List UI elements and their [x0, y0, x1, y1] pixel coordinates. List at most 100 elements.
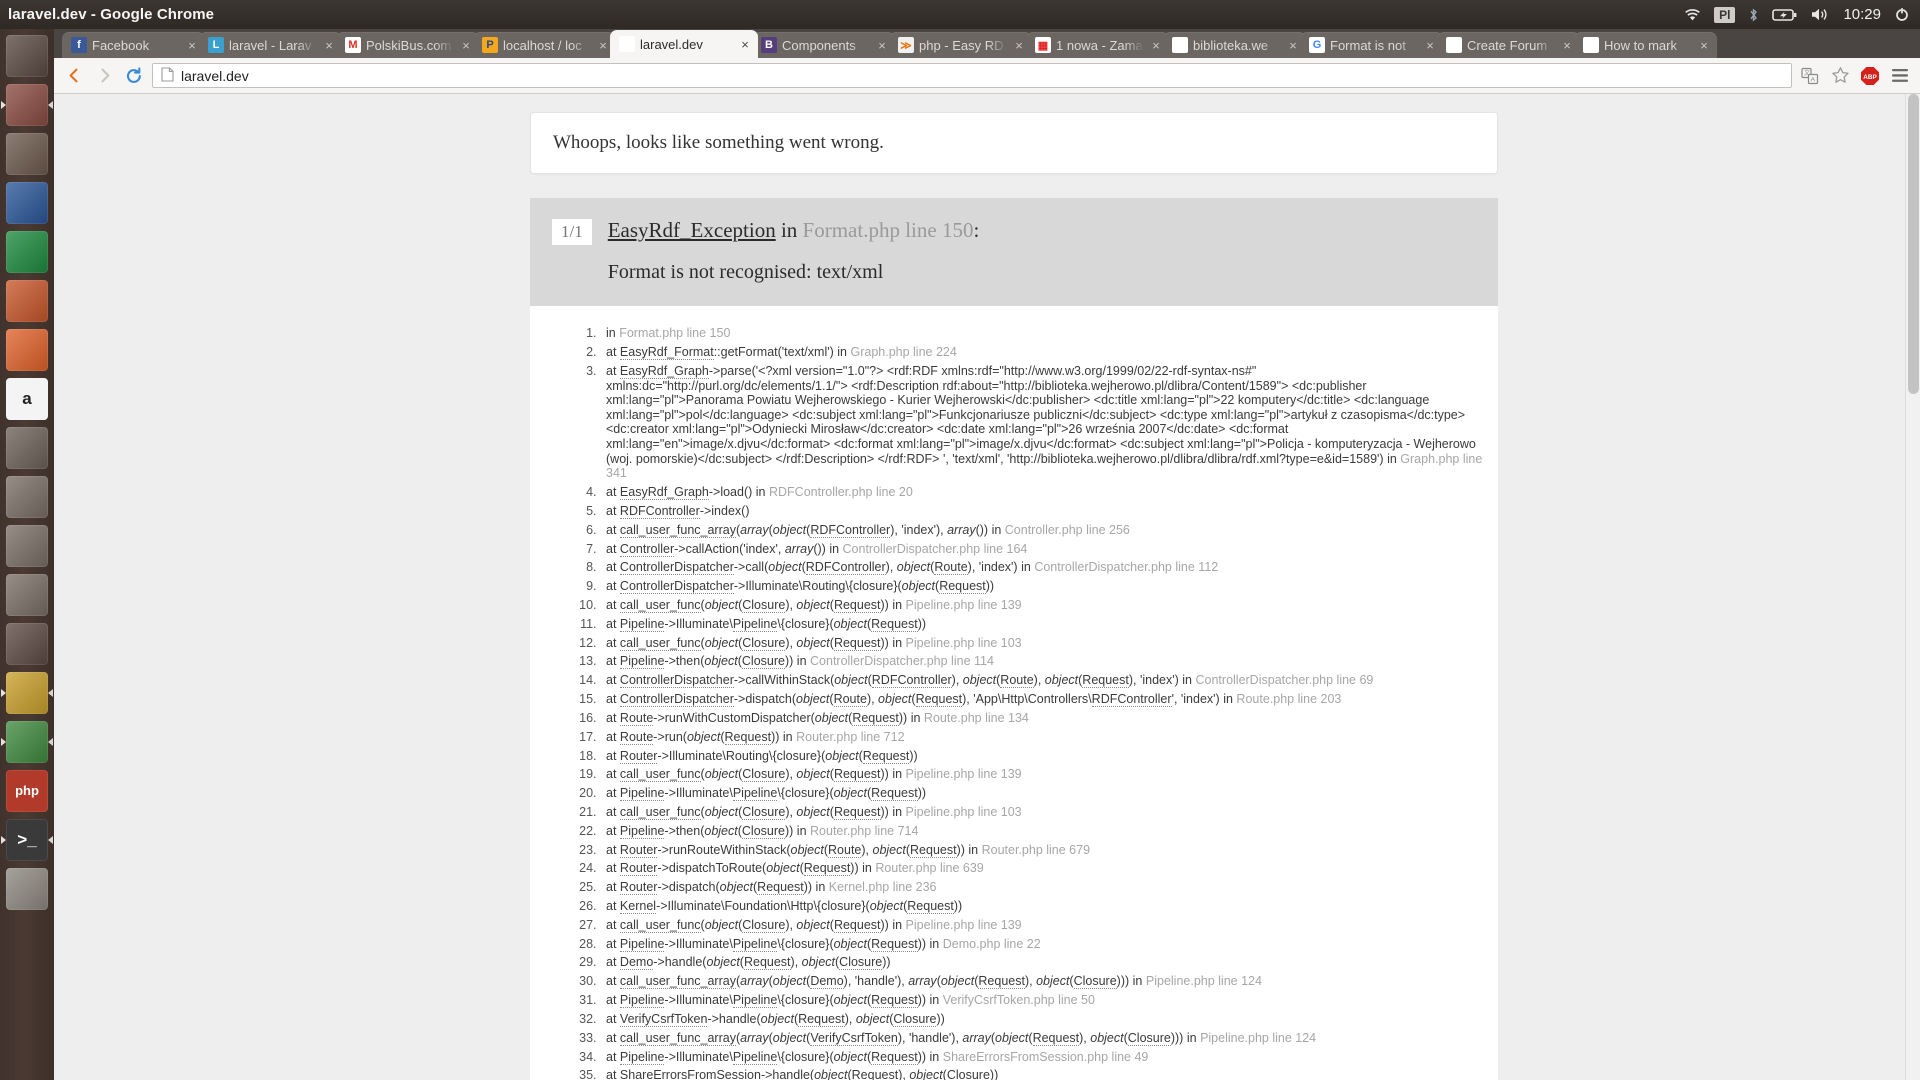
trace-code[interactable]: Pipeline->Illuminate\Pipeline\{closure}(…	[619, 936, 926, 952]
trace-file-link[interactable]: Router.php line 714	[810, 824, 918, 838]
volume-icon[interactable]	[1810, 7, 1830, 22]
trace-code[interactable]: RDFController->index()	[619, 503, 749, 519]
browser-tab[interactable]: Plocalhost / loc ×	[473, 32, 616, 58]
trace-code[interactable]: Route->runWithCustomDispatcher(object(Re…	[619, 710, 907, 726]
tab-close-icon[interactable]: ×	[459, 39, 473, 52]
launcher-item-trash[interactable]	[0, 864, 54, 913]
launcher-item-libreoffice-calc[interactable]	[0, 227, 54, 276]
trace-code[interactable]: Pipeline->Illuminate\Pipeline\{closure}(…	[619, 786, 926, 802]
vertical-scrollbar[interactable]	[1905, 94, 1920, 1080]
trace-file-link[interactable]: Route.php line 203	[1236, 692, 1341, 706]
trace-file-link[interactable]: ControllerDispatcher.php line 69	[1196, 673, 1374, 687]
launcher-item-disk-drive-1[interactable]	[0, 472, 54, 521]
trace-code[interactable]: Pipeline->Illuminate\Pipeline\{closure}(…	[619, 993, 926, 1009]
trace-code[interactable]: EasyRdf_Format::getFormat('text/xml')	[619, 345, 834, 361]
tab-close-icon[interactable]: ×	[1560, 39, 1574, 52]
trace-file-link[interactable]: Router.php line 679	[982, 843, 1090, 857]
tab-close-icon[interactable]: ×	[738, 38, 752, 51]
browser-tab[interactable]: ▦ 1 nowa - Zama ×	[1026, 32, 1169, 58]
tab-close-icon[interactable]: ×	[322, 39, 336, 52]
trace-code[interactable]: Controller->callAction('index', array())	[619, 541, 826, 557]
address-bar[interactable]: laravel.dev	[152, 63, 1792, 88]
adblock-plus-icon[interactable]: ABP	[1858, 64, 1882, 88]
trace-code[interactable]: VerifyCsrfToken->handle(object(Request),…	[619, 1011, 945, 1027]
trace-file-link[interactable]: Pipeline.php line 139	[906, 918, 1022, 932]
launcher-item-firefox[interactable]	[0, 129, 54, 178]
star-icon[interactable]	[1828, 64, 1852, 88]
trace-file-link[interactable]: Pipeline.php line 103	[906, 636, 1022, 650]
trace-code[interactable]: call_user_func_array(array(object(RDFCon…	[619, 522, 988, 538]
tab-close-icon[interactable]: ×	[1149, 39, 1163, 52]
hamburger-menu-icon[interactable]	[1888, 64, 1912, 88]
launcher-item-ubuntu-update-manager[interactable]	[0, 717, 54, 766]
trace-file-link[interactable]: Graph.php line 224	[850, 345, 956, 359]
trace-code[interactable]: ControllerDispatcher->dispatch(object(Ro…	[619, 692, 1220, 708]
trace-file-link[interactable]: Router.php line 639	[875, 861, 983, 875]
reload-icon[interactable]	[122, 64, 146, 88]
clock[interactable]: 10:29	[1843, 6, 1881, 23]
trace-code[interactable]: Router->runRouteWithinStack(object(Route…	[619, 842, 965, 858]
browser-tab[interactable]: biblioteka.we ×	[1163, 32, 1306, 58]
trace-file-link[interactable]: Controller.php line 256	[1005, 523, 1130, 537]
launcher-item-libreoffice-writer[interactable]	[0, 178, 54, 227]
trace-code[interactable]: ShareErrorsFromSession->handle(object(Re…	[619, 1068, 998, 1080]
tab-close-icon[interactable]: ×	[596, 39, 610, 52]
trace-file-link[interactable]: ShareErrorsFromSession.php line 49	[943, 1050, 1149, 1064]
trace-file-link[interactable]: Pipeline.php line 103	[906, 805, 1022, 819]
trace-code[interactable]: Router->dispatchToRoute(object(Request))	[619, 861, 859, 877]
address-bar-text[interactable]: laravel.dev	[181, 68, 249, 84]
launcher-item-ubuntu-software-center[interactable]	[0, 325, 54, 374]
trace-file-link[interactable]: Pipeline.php line 139	[906, 598, 1022, 612]
tab-close-icon[interactable]: ×	[185, 39, 199, 52]
trace-code[interactable]: call_user_func_array(array(object(Demo),…	[619, 974, 1129, 990]
launcher-item-files-nautilus[interactable]	[0, 80, 54, 129]
browser-tab[interactable]: Llaravel - Larav ×	[199, 32, 342, 58]
trace-file-link[interactable]: Router.php line 712	[796, 730, 904, 744]
trace-file-link[interactable]: ControllerDispatcher.php line 112	[1034, 560, 1218, 574]
exception-class-link[interactable]: EasyRdf_Exception	[608, 218, 776, 242]
launcher-item-sublime-text[interactable]	[0, 619, 54, 668]
translate-icon[interactable]: 文A	[1798, 64, 1822, 88]
launcher-item-google-chrome[interactable]	[0, 668, 54, 717]
trace-code[interactable]: Demo->handle(object(Request), object(Clo…	[619, 955, 891, 971]
keyboard-language-indicator[interactable]: Pl	[1714, 6, 1736, 23]
browser-tab[interactable]: How to mark ×	[1574, 32, 1717, 58]
launcher-item-libreoffice-impress[interactable]	[0, 276, 54, 325]
browser-tab[interactable]: Create Forum ×	[1437, 32, 1580, 58]
trace-code[interactable]: Pipeline->Illuminate\Pipeline\{closure}(…	[619, 1049, 926, 1065]
tab-close-icon[interactable]: ×	[1286, 39, 1300, 52]
trace-code[interactable]: call_user_func_array(array(object(Verify…	[619, 1030, 1183, 1046]
trace-code[interactable]: Router->dispatch(object(Request))	[619, 880, 812, 896]
tab-close-icon[interactable]: ×	[875, 39, 889, 52]
tab-close-icon[interactable]: ×	[1423, 39, 1437, 52]
trace-code[interactable]: call_user_func(object(Closure), object(R…	[619, 598, 889, 614]
trace-code[interactable]: Pipeline->Illuminate\Pipeline\{closure}(…	[619, 616, 926, 632]
browser-tab[interactable]: ≫ php - Easy RD ×	[889, 32, 1032, 58]
trace-code[interactable]: Kernel->Illuminate\Foundation\Http\{clos…	[619, 899, 962, 915]
trace-code[interactable]: Route->run(object(Request))	[619, 729, 779, 745]
power-gear-icon[interactable]	[1894, 7, 1910, 23]
launcher-item-ubuntu-dash[interactable]	[0, 31, 54, 80]
wifi-icon[interactable]	[1684, 8, 1701, 22]
trace-code[interactable]: call_user_func(object(Closure), object(R…	[619, 767, 889, 783]
browser-tab[interactable]: f Facebook ×	[62, 32, 205, 58]
trace-file-link[interactable]: VerifyCsrfToken.php line 50	[943, 993, 1095, 1007]
trace-code[interactable]: EasyRdf_Graph->parse('<?xml version="1.0…	[606, 363, 1476, 466]
trace-code[interactable]: Router->Illuminate\Routing\{closure}(obj…	[619, 748, 918, 764]
tab-close-icon[interactable]: ×	[1012, 39, 1026, 52]
trace-code[interactable]: call_user_func(object(Closure), object(R…	[619, 917, 889, 933]
trace-file-link[interactable]: Pipeline.php line 124	[1146, 974, 1262, 988]
bluetooth-icon[interactable]	[1748, 7, 1759, 23]
trace-code[interactable]: Pipeline->then(object(Closure))	[619, 654, 793, 670]
trace-code[interactable]: call_user_func(object(Closure), object(R…	[619, 804, 889, 820]
launcher-item-disk-drive-2[interactable]	[0, 521, 54, 570]
trace-code[interactable]: ControllerDispatcher->callWithinStack(ob…	[619, 673, 1179, 689]
exception-file-ref[interactable]: Format.php line 150	[803, 218, 974, 242]
trace-file-link[interactable]: RDFController.php line 20	[769, 485, 913, 499]
browser-tab[interactable]: B Components ×	[752, 32, 895, 58]
launcher-item-phpstorm[interactable]: php	[0, 766, 54, 815]
browser-tab[interactable]: laravel.dev ×	[610, 30, 758, 58]
browser-tab[interactable]: M PolskiBus.com ×	[336, 32, 479, 58]
launcher-item-amazon[interactable]: a	[0, 374, 54, 423]
trace-file-link[interactable]: ControllerDispatcher.php line 164	[843, 542, 1028, 556]
